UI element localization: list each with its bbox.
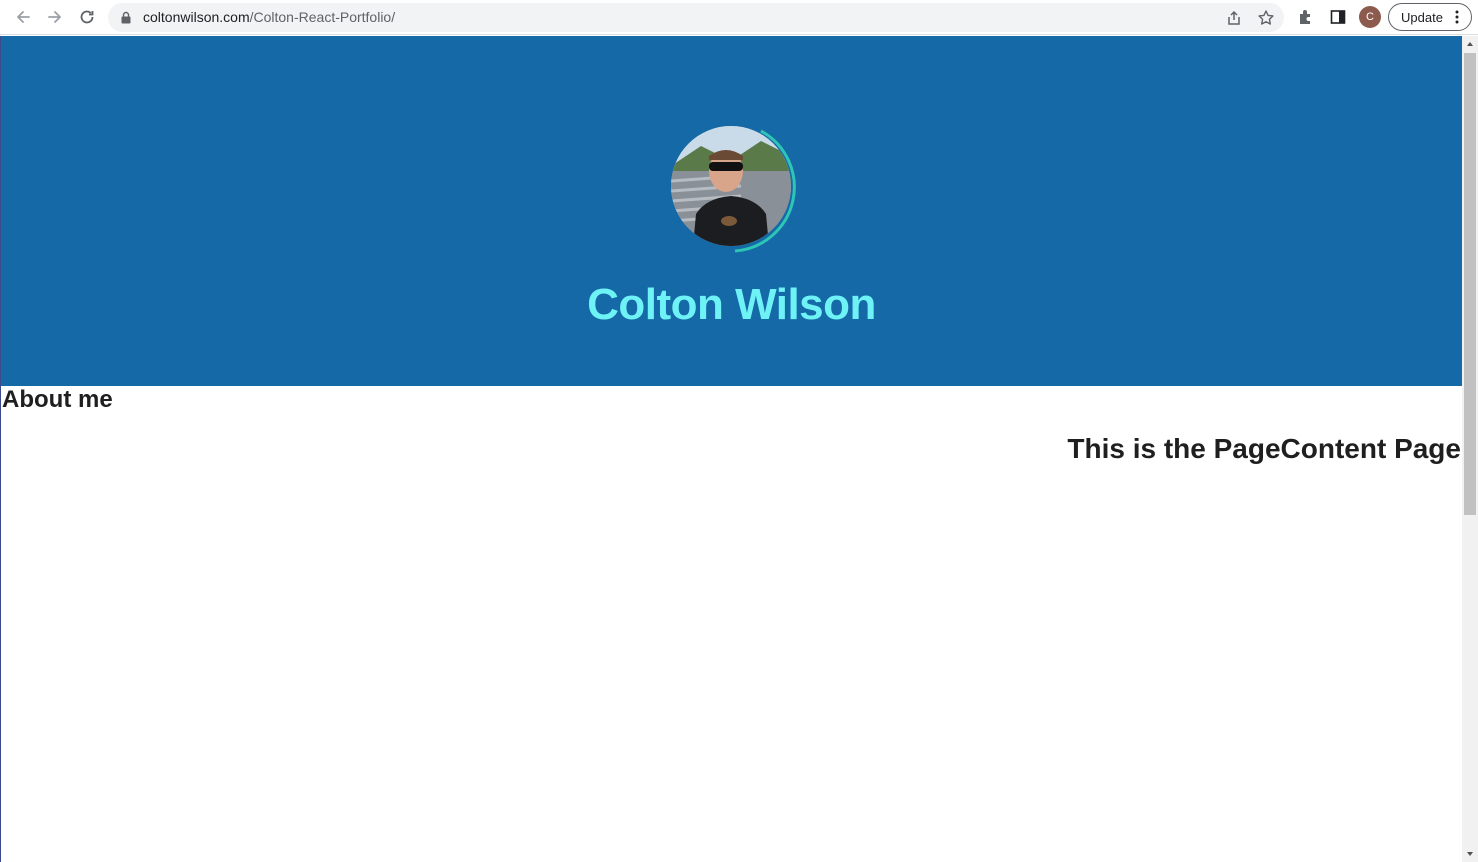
back-icon	[17, 11, 30, 23]
page-viewport: Colton Wilson About me This is the PageC…	[0, 36, 1462, 862]
share-icon[interactable]	[1225, 9, 1243, 27]
side-panel-button[interactable]	[1328, 7, 1348, 27]
forward-button[interactable]	[42, 5, 68, 29]
reload-button[interactable]	[74, 5, 100, 29]
extensions-icon	[1300, 10, 1310, 24]
extensions-button[interactable]	[1296, 7, 1316, 27]
url-domain: coltonwilson.com	[143, 9, 250, 25]
scroll-up-arrow-icon[interactable]	[1466, 40, 1474, 48]
forward-icon	[48, 11, 61, 23]
page-content-heading: This is the PageContent Page	[1067, 433, 1461, 464]
update-button[interactable]: Update	[1388, 3, 1472, 31]
menu-dots-icon	[1455, 10, 1459, 24]
url-path: /Colton-React-Portfolio/	[249, 9, 396, 25]
profile-picture	[671, 126, 796, 253]
vertical-scrollbar[interactable]	[1462, 36, 1478, 862]
scrollbar-thumb[interactable]	[1464, 53, 1476, 515]
browser-toolbar: coltonwilson.com/Colton-React-Portfolio/…	[0, 0, 1478, 35]
side-panel-icon	[1330, 10, 1346, 24]
profile-avatar[interactable]: C	[1359, 6, 1381, 28]
lock-icon	[121, 11, 131, 24]
site-owner-name: Colton Wilson	[587, 280, 876, 329]
scroll-down-arrow-icon[interactable]	[1466, 850, 1474, 858]
url-text: coltonwilson.com/Colton-React-Portfolio/	[143, 9, 395, 25]
about-me-heading: About me	[2, 386, 113, 413]
reload-icon	[80, 10, 94, 24]
hero-header: Colton Wilson	[1, 36, 1462, 386]
update-label: Update	[1401, 10, 1443, 25]
back-button[interactable]	[10, 5, 36, 29]
address-bar[interactable]: coltonwilson.com/Colton-React-Portfolio/	[108, 3, 1284, 32]
star-icon[interactable]	[1257, 9, 1275, 27]
profile-ring	[734, 129, 796, 253]
